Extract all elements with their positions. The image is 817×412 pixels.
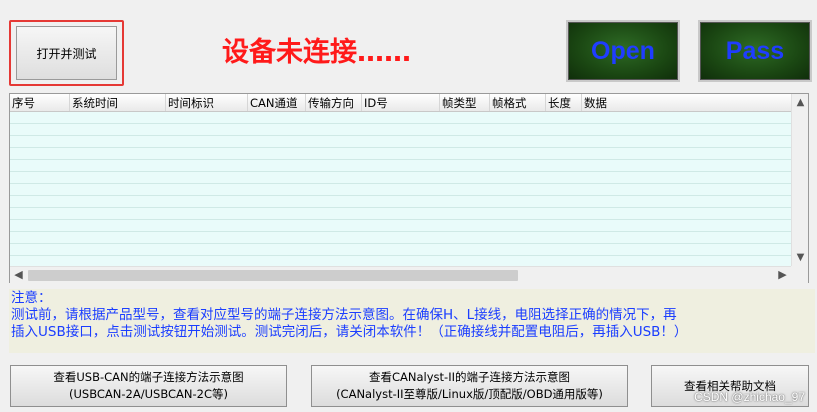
horizontal-scroll-thumb[interactable] (28, 270, 518, 281)
notice-line-1: 测试前，请根据产品型号，查看对应型号的端子连接方法示意图。在确保H、L接线，电阻… (11, 307, 677, 323)
notice-panel: 注意： 测试前，请根据产品型号，查看对应型号的端子连接方法示意图。在确保H、L接… (9, 289, 815, 353)
usbcan-wiring-models: (USBCAN-2A/USBCAN-2C等) (69, 387, 228, 401)
scroll-right-icon[interactable]: ▶ (774, 267, 791, 284)
grid-header: 序号 系统时间 时间标识 CAN通道 传输方向 ID号 帧类型 帧格式 长度 数… (10, 94, 791, 112)
open-and-test-button-label: 打开并测试 (16, 26, 117, 80)
usbcan-wiring-label: 查看USB-CAN的端子连接方法示意图 (53, 370, 244, 384)
col-header-timestamp[interactable]: 时间标识 (166, 94, 248, 111)
canalyst-wiring-models: (CANalyst-II至尊版/Linux版/顶配版/OBD通用版等) (336, 387, 603, 401)
open-and-test-button[interactable]: 打开并测试 (9, 20, 124, 86)
vertical-scrollbar[interactable]: ▲ ▼ (791, 94, 808, 266)
col-header-frame-type[interactable]: 帧类型 (440, 94, 490, 111)
notice-line-2: 插入USB接口，点击测试按钮开始测试。测试完闭后，请关闭本软件！（正确接线并配置… (11, 324, 688, 340)
can-message-grid[interactable]: 序号 系统时间 时间标识 CAN通道 传输方向 ID号 帧类型 帧格式 长度 数… (9, 93, 809, 283)
usbcan-wiring-button[interactable]: 查看USB-CAN的端子连接方法示意图 (USBCAN-2A/USBCAN-2C… (10, 365, 287, 407)
connection-status-text: 设备未连接…… (222, 37, 411, 68)
col-header-length[interactable]: 长度 (546, 94, 582, 111)
scroll-down-icon[interactable]: ▼ (792, 249, 809, 266)
canalyst-wiring-button[interactable]: 查看CANalyst-II的端子连接方法示意图 (CANalyst-II至尊版/… (311, 365, 628, 407)
col-header-index[interactable]: 序号 (10, 94, 70, 111)
col-header-direction[interactable]: 传输方向 (306, 94, 362, 111)
col-header-data[interactable]: 数据 (582, 94, 791, 111)
horizontal-scrollbar[interactable]: ◀ ▶ (10, 266, 791, 283)
scrollbar-corner (791, 266, 808, 283)
col-header-id[interactable]: ID号 (362, 94, 440, 111)
canalyst-wiring-label: 查看CANalyst-II的端子连接方法示意图 (369, 370, 570, 384)
open-indicator-label: Open (591, 36, 655, 65)
open-indicator-button[interactable]: Open (566, 20, 680, 82)
pass-indicator-button[interactable]: Pass (698, 20, 812, 82)
col-header-can-channel[interactable]: CAN通道 (248, 94, 306, 111)
scroll-left-icon[interactable]: ◀ (10, 267, 27, 284)
notice-title: 注意： (11, 290, 52, 306)
pass-indicator-label: Pass (725, 36, 785, 65)
col-header-frame-format[interactable]: 帧格式 (490, 94, 546, 111)
col-header-system-time[interactable]: 系统时间 (70, 94, 166, 111)
scroll-up-icon[interactable]: ▲ (792, 94, 809, 111)
csdn-watermark: CSDN @zhichao_97 (694, 390, 805, 404)
grid-body[interactable] (10, 112, 791, 266)
